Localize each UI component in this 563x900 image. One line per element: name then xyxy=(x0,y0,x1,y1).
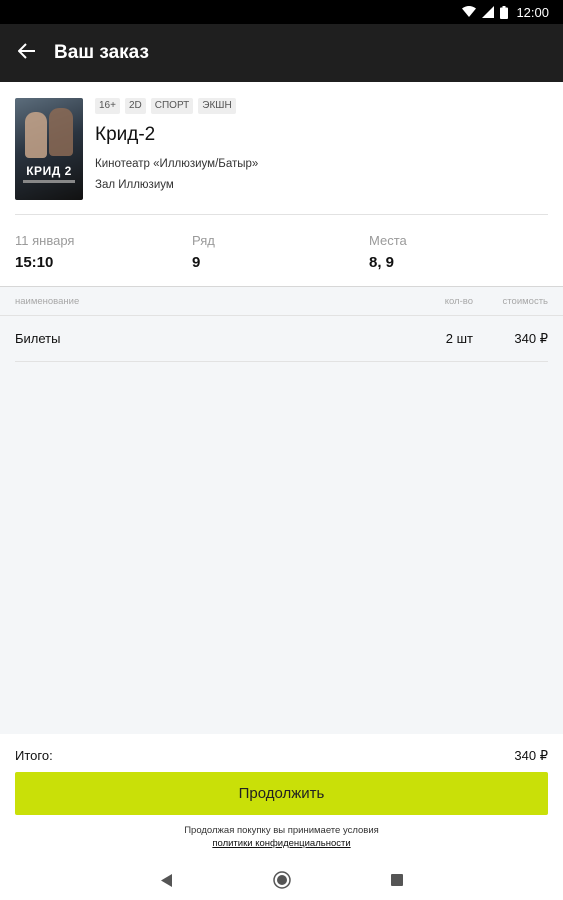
movie-card: КРИД 2 16+ 2D СПОРТ ЭКШН Крид-2 Кинотеат… xyxy=(0,82,563,286)
total-label: Итого: xyxy=(15,748,53,763)
tag-age-rating: 16+ xyxy=(95,98,120,114)
row-value: 9 xyxy=(192,254,201,271)
page-title: Ваш заказ xyxy=(54,42,149,63)
nav-home-icon[interactable] xyxy=(272,871,291,889)
header-qty: кол-во xyxy=(444,295,473,307)
total-value: 340 ₽ xyxy=(514,748,548,763)
header-price: стоимость xyxy=(502,295,548,307)
hall-name: Зал Иллюзиум xyxy=(95,179,174,191)
continue-button[interactable]: Продолжить xyxy=(15,772,548,815)
signal-icon xyxy=(482,6,495,18)
movie-poster: КРИД 2 xyxy=(15,98,83,200)
poster-title: КРИД 2 xyxy=(26,164,72,178)
item-name: Билеты xyxy=(15,331,61,346)
seats-label: Места xyxy=(369,233,407,248)
nav-back-icon[interactable] xyxy=(160,873,173,887)
tag-format: 2D xyxy=(124,98,146,114)
system-nav-bar xyxy=(0,860,563,900)
movie-tags: 16+ 2D СПОРТ ЭКШН xyxy=(95,98,548,114)
cinema-name: Кинотеатр «Иллюзиум/Батыр» xyxy=(95,158,259,170)
session-time: 15:10 xyxy=(15,254,54,271)
legal-notice: Продолжая покупку вы принимаете условия … xyxy=(0,824,563,850)
header-name: наименование xyxy=(15,295,80,307)
session-info: 11 января 15:10 Ряд 9 Места 8, 9 xyxy=(15,215,548,271)
arrow-left-icon xyxy=(17,42,36,64)
privacy-policy-link[interactable]: политики конфиденциальности xyxy=(0,837,563,850)
wifi-icon xyxy=(462,6,477,18)
status-bar: 12:00 xyxy=(0,0,563,24)
order-table: наименование кол-во стоимость Билеты 2 ш… xyxy=(0,286,563,362)
battery-icon xyxy=(500,5,509,19)
total-row: Итого: 340 ₽ xyxy=(0,734,563,764)
tag-genre-sport: СПОРТ xyxy=(150,98,194,114)
app-bar: Ваш заказ xyxy=(0,24,563,82)
nav-recents-icon[interactable] xyxy=(390,874,403,886)
legal-text: Продолжая покупку вы принимаете условия xyxy=(184,825,379,836)
item-price: 340 ₽ xyxy=(514,330,548,346)
order-content: КРИД 2 16+ 2D СПОРТ ЭКШН Крид-2 Кинотеат… xyxy=(0,82,563,734)
row-label: Ряд xyxy=(192,233,215,248)
back-button[interactable] xyxy=(0,24,54,82)
table-row: Билеты 2 шт 340 ₽ xyxy=(15,316,548,362)
tag-genre-action: ЭКШН xyxy=(198,98,236,114)
date-label: 11 января xyxy=(15,233,75,248)
status-time: 12:00 xyxy=(516,4,549,20)
checkout-footer: Итого: 340 ₽ Продолжить Продолжая покупк… xyxy=(0,734,563,860)
item-qty: 2 шт xyxy=(445,331,473,346)
movie-title: Крид-2 xyxy=(95,124,156,145)
table-header: наименование кол-во стоимость xyxy=(0,286,563,316)
seats-value: 8, 9 xyxy=(369,254,395,271)
